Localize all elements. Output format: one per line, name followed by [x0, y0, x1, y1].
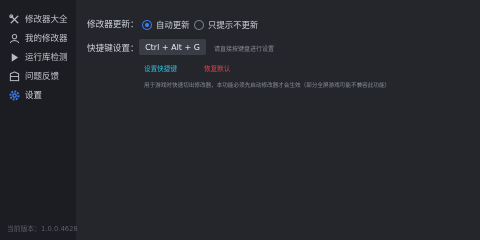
sidebar-item-feedback[interactable]: 问题反馈	[0, 70, 76, 85]
restore-default-link[interactable]: 恢复默认	[204, 63, 230, 73]
sidebar-item-label: 运行库检测	[25, 53, 68, 63]
hotkey-hint: 请直接按键盘进行设置	[214, 46, 275, 53]
set-hotkey-link[interactable]: 设置快捷键	[144, 63, 177, 73]
radio-unchecked-icon	[194, 20, 204, 30]
version-text: 当前版本：1.0.0.4628	[7, 225, 78, 233]
sidebar: 修改器大全 我的修改器 运行库检测 问题反馈 设置 当前版本：1.0.0.462…	[0, 0, 78, 240]
radio-checked-icon	[142, 20, 152, 30]
auto-update-radio[interactable]: 自动更新	[142, 19, 190, 31]
hotkey-description: 用于游戏时快速切出修改器，本功能必须先启动修改器才会生效（部分全屏游戏可能不兼容…	[144, 83, 391, 89]
hotkey-setting-label: 快捷键设置：	[87, 44, 139, 54]
gear-icon	[9, 90, 20, 101]
user-icon	[9, 33, 20, 44]
sidebar-item-label: 设置	[25, 91, 43, 101]
sidebar-item-label: 问题反馈	[25, 72, 60, 82]
sidebar-item-label: 我的修改器	[25, 34, 68, 44]
notify-only-radio[interactable]: 只提示不更新	[194, 19, 258, 31]
sidebar-item-my-trainers[interactable]: 我的修改器	[0, 32, 76, 47]
wrench-icon	[9, 14, 19, 24]
settings-panel: 修改器更新： 自动更新 只提示不更新 快捷键设置： Ctrl + Alt + G…	[76, 0, 480, 240]
feedback-icon	[9, 71, 20, 82]
sidebar-item-runtime-check[interactable]: 运行库检测	[0, 51, 76, 66]
sidebar-item-label: 修改器大全	[25, 15, 68, 25]
sidebar-item-settings[interactable]: 设置	[0, 89, 76, 104]
sidebar-item-trainer-list[interactable]: 修改器大全	[0, 13, 76, 28]
update-setting-label: 修改器更新：	[87, 20, 139, 30]
hotkey-input[interactable]: Ctrl + Alt + G	[139, 39, 206, 55]
play-icon	[11, 53, 19, 62]
